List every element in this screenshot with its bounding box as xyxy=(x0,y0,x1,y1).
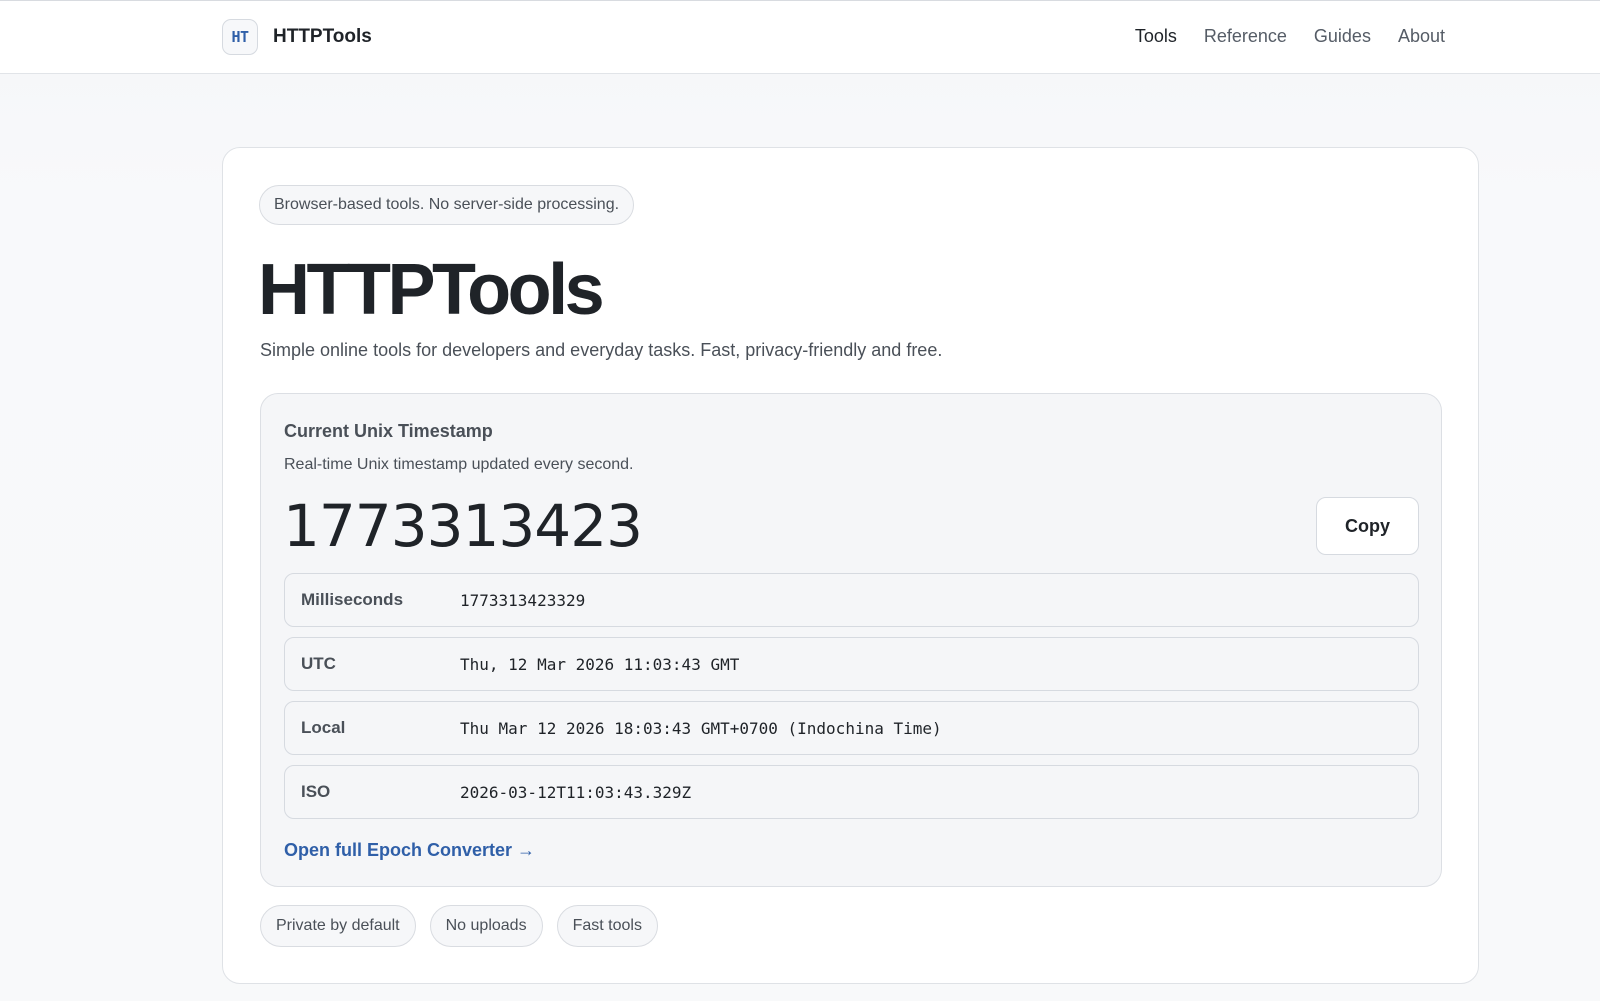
format-value: 1773313423329 xyxy=(460,590,586,610)
format-label: UTC xyxy=(301,654,336,673)
feature-pills: Private by default No uploads Fast tools xyxy=(260,905,658,947)
feature-pill: Fast tools xyxy=(556,905,658,947)
epoch-converter-link[interactable]: Open full Epoch Converter → xyxy=(284,840,535,861)
format-label: ISO xyxy=(301,782,331,801)
nav-item-guides[interactable]: Guides xyxy=(1314,23,1371,49)
format-row-milliseconds: Milliseconds 1773313423329 xyxy=(284,573,1419,627)
nav-item-tools[interactable]: Tools xyxy=(1135,23,1177,49)
timestamp-description: Real-time Unix timestamp updated every s… xyxy=(284,456,634,473)
nav-item-about[interactable]: About xyxy=(1398,23,1445,49)
format-value: Thu Mar 12 2026 18:03:43 GMT+0700 (Indoc… xyxy=(460,718,942,738)
main-nav: Tools Reference Guides About xyxy=(1135,23,1445,49)
brand-home-link[interactable]: HT HTTPTools xyxy=(222,19,372,55)
top-navigation-bar: HT HTTPTools Tools Reference Guides Abou… xyxy=(0,0,1600,74)
brand-name: HTTPTools xyxy=(273,26,372,47)
page-subtitle: Simple online tools for developers and e… xyxy=(260,340,943,360)
feature-pill: Private by default xyxy=(260,905,416,947)
copy-button[interactable]: Copy xyxy=(1316,497,1419,555)
format-row-iso: ISO 2026-03-12T11:03:43.329Z xyxy=(284,765,1419,819)
nav-item-reference[interactable]: Reference xyxy=(1204,23,1287,49)
format-row-utc: UTC Thu, 12 Mar 2026 11:03:43 GMT xyxy=(284,637,1419,691)
timestamp-formats-list: Milliseconds 1773313423329 UTC Thu, 12 M… xyxy=(284,573,1419,829)
feature-pill: No uploads xyxy=(429,905,543,947)
format-row-local: Local Thu Mar 12 2026 18:03:43 GMT+0700 … xyxy=(284,701,1419,755)
format-label: Milliseconds xyxy=(301,590,404,609)
page-title: HTTPTools xyxy=(258,250,605,330)
format-value: 2026-03-12T11:03:43.329Z xyxy=(460,782,692,802)
format-value: Thu, 12 Mar 2026 11:03:43 GMT xyxy=(460,654,740,674)
privacy-badge: Browser-based tools. No server-side proc… xyxy=(259,185,635,225)
unix-timestamp-value: 1773313423 xyxy=(283,492,643,560)
brand-logo-icon: HT xyxy=(222,19,258,55)
hero-card: Browser-based tools. No server-side proc… xyxy=(222,147,1479,984)
timestamp-title: Current Unix Timestamp xyxy=(284,421,493,441)
unix-timestamp-panel: Current Unix Timestamp Real-time Unix ti… xyxy=(260,393,1442,887)
format-label: Local xyxy=(301,718,346,737)
